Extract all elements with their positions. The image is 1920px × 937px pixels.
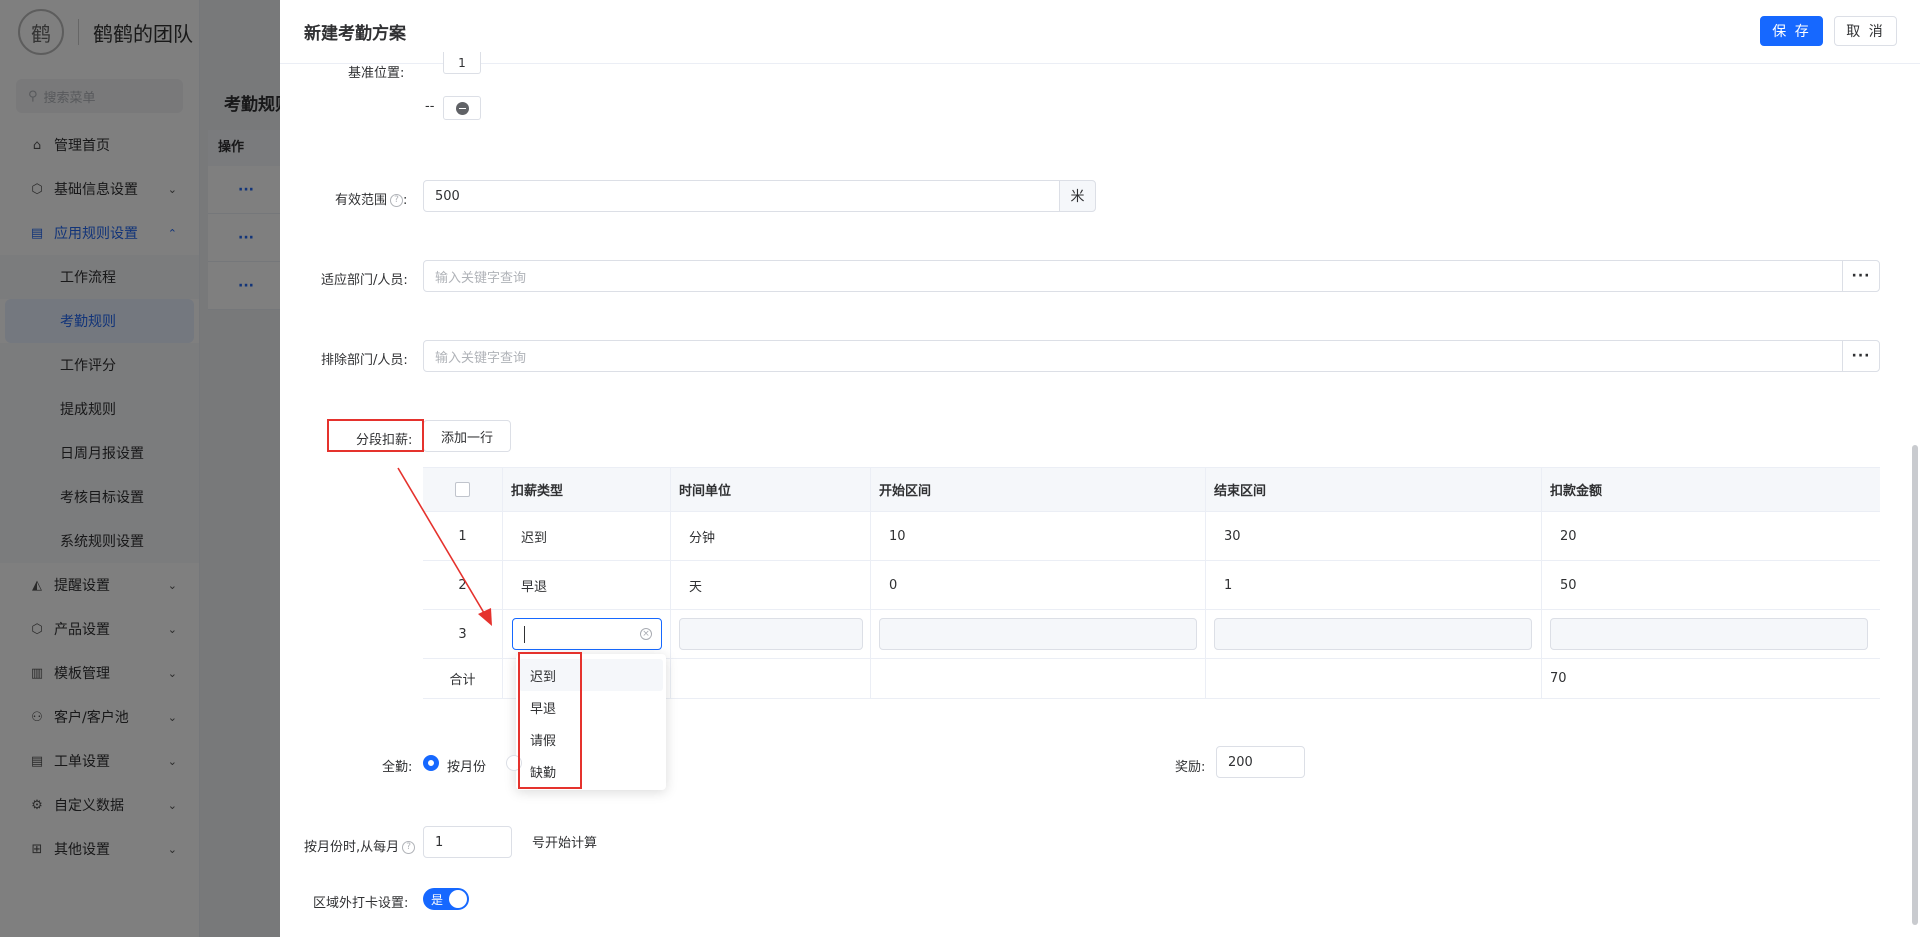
- sum-cell: [1206, 659, 1542, 698]
- amount-cell[interactable]: 50: [1542, 561, 1880, 609]
- select-all-cell: [423, 468, 503, 511]
- dept-picker-button[interactable]: ···: [1842, 260, 1880, 292]
- start-range-cell: [871, 610, 1206, 658]
- deduct-type-cell: ×: [503, 610, 671, 658]
- row-number: 2: [423, 561, 503, 609]
- new-attendance-drawer: 新建考勤方案 保 存 取 消 基准位置: 1 -- 有效范围?: 500 米 适…: [280, 0, 1920, 937]
- range-label: 有效范围?:: [335, 193, 408, 208]
- full-attendance-label: 全勤:: [382, 760, 413, 775]
- month-start-suffix: 号开始计算: [532, 836, 598, 851]
- cancel-button[interactable]: 取 消: [1834, 16, 1897, 46]
- sum-label: 合计: [423, 659, 503, 698]
- save-button[interactable]: 保 存: [1760, 16, 1823, 46]
- exclude-search-input[interactable]: 输入关键字查询: [423, 340, 1843, 372]
- radio-by-month-label[interactable]: 按月份: [447, 756, 486, 775]
- month-start-label-text: 按月份时,从每月: [304, 840, 400, 855]
- start-range-cell[interactable]: 0: [871, 561, 1206, 609]
- drawer-header: 新建考勤方案 保 存 取 消: [280, 0, 1920, 64]
- time-unit-cell[interactable]: 天: [671, 561, 871, 609]
- text-cursor: [524, 626, 525, 643]
- toggle-knob: [449, 890, 467, 908]
- clear-icon[interactable]: ×: [640, 628, 652, 640]
- table-row: 2 早退 天 0 1 50: [423, 561, 1880, 610]
- sum-cell: [671, 659, 871, 698]
- dept-search-input[interactable]: 输入关键字查询: [423, 260, 1843, 292]
- table-header-row: 扣薪类型 时间单位 开始区间 结束区间 扣款金额: [423, 468, 1880, 512]
- month-start-input[interactable]: 1: [423, 826, 512, 858]
- base-position-field[interactable]: 1: [443, 52, 481, 74]
- deduct-type-cell[interactable]: 早退: [503, 561, 671, 609]
- outside-punch-toggle[interactable]: 是: [423, 888, 469, 910]
- start-range-cell[interactable]: 10: [871, 512, 1206, 560]
- add-row-button[interactable]: 添加一行: [423, 420, 511, 452]
- amount-cell: [1542, 610, 1880, 658]
- range-label-text: 有效范围: [335, 193, 388, 208]
- table-row-editing: 3 ×: [423, 610, 1880, 659]
- minus-circle-icon: [455, 101, 469, 115]
- range-dash: --: [425, 99, 435, 114]
- radio-by-month[interactable]: [423, 755, 439, 771]
- deduct-type-cell[interactable]: 迟到: [503, 512, 671, 560]
- end-range-cell: [1206, 610, 1542, 658]
- base-position-label: 基准位置:: [348, 66, 405, 81]
- range-input[interactable]: 500: [423, 180, 1060, 212]
- exclude-picker-button[interactable]: ···: [1842, 340, 1880, 372]
- column-header: 结束区间: [1206, 468, 1542, 511]
- end-range-cell[interactable]: 1: [1206, 561, 1542, 609]
- annotation-box-options: [518, 652, 582, 789]
- help-icon[interactable]: ?: [402, 841, 416, 854]
- reward-input[interactable]: 200: [1216, 746, 1305, 778]
- amount-cell[interactable]: 20: [1542, 512, 1880, 560]
- column-header: 扣薪类型: [503, 468, 671, 511]
- column-header: 开始区间: [871, 468, 1206, 511]
- help-icon[interactable]: ?: [390, 194, 404, 207]
- outside-punch-label: 区域外打卡设置:: [313, 896, 409, 911]
- row-number: 1: [423, 512, 503, 560]
- time-unit-cell: [671, 610, 871, 658]
- column-header: 扣款金额: [1550, 484, 1603, 499]
- deduct-type-select[interactable]: ×: [512, 618, 662, 650]
- end-range-cell[interactable]: 30: [1206, 512, 1542, 560]
- month-start-label: 按月份时,从每月?: [304, 836, 416, 855]
- start-range-input[interactable]: [879, 618, 1197, 650]
- remove-position-button[interactable]: [443, 96, 481, 120]
- sum-cell: [871, 659, 1206, 698]
- time-unit-input[interactable]: [679, 618, 863, 650]
- column-header: 时间单位: [671, 468, 871, 511]
- select-all-checkbox[interactable]: [455, 482, 470, 497]
- drawer-title: 新建考勤方案: [304, 24, 406, 44]
- toggle-label: 是: [431, 893, 444, 907]
- exclude-label: 排除部门/人员:: [321, 353, 408, 368]
- drawer-scrollbar[interactable]: [1912, 445, 1918, 925]
- table-row: 1 迟到 分钟 10 30 20: [423, 512, 1880, 561]
- range-unit: 米: [1059, 180, 1096, 212]
- end-range-input[interactable]: [1214, 618, 1532, 650]
- sum-amount: 70: [1550, 671, 1567, 686]
- row-number: 3: [423, 610, 503, 658]
- reward-label: 奖励:: [1175, 760, 1206, 775]
- time-unit-cell[interactable]: 分钟: [671, 512, 871, 560]
- dept-label: 适应部门/人员:: [321, 273, 408, 288]
- amount-input[interactable]: [1550, 618, 1868, 650]
- annotation-box-segment: [327, 419, 424, 452]
